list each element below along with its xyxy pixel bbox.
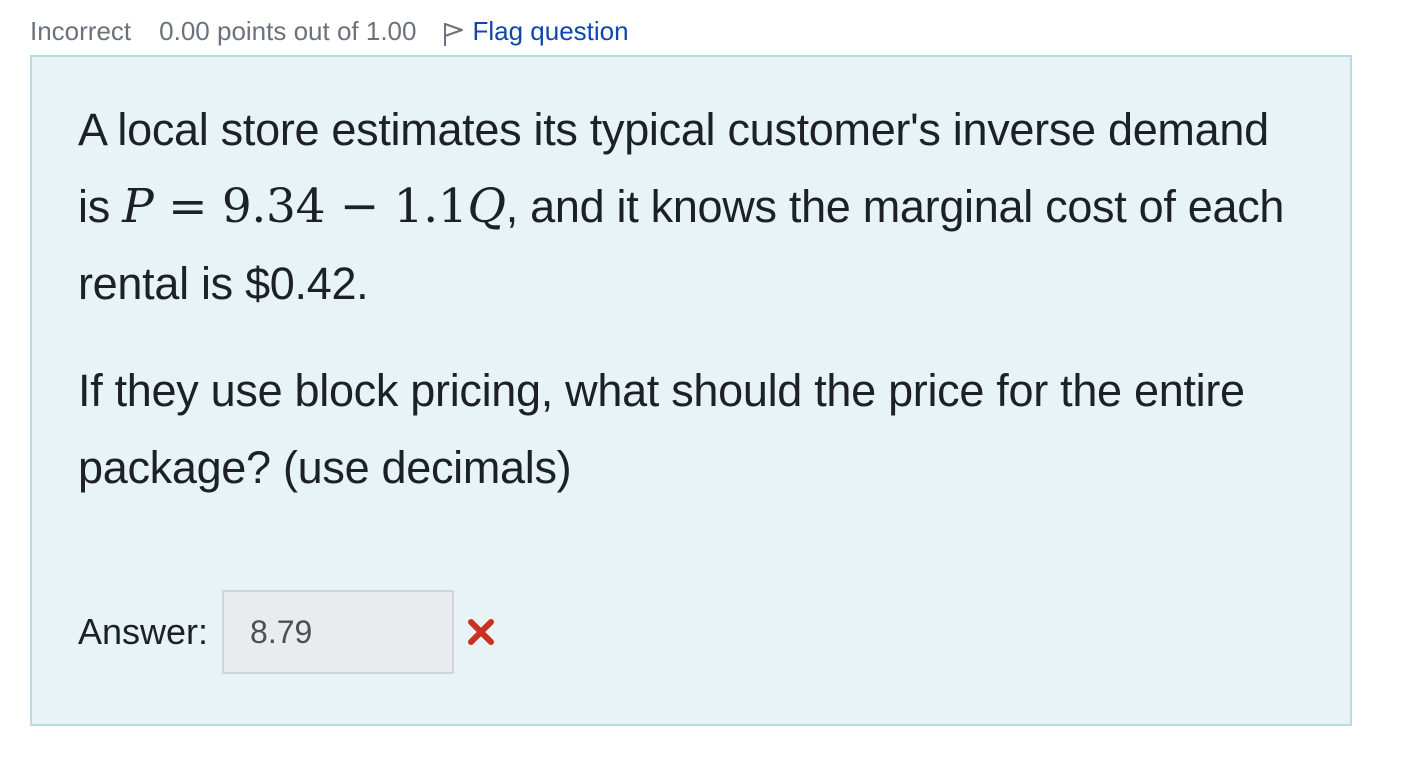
question-state: Incorrect <box>30 15 132 46</box>
flag-icon <box>440 20 466 48</box>
question-paragraph-1: A local store estimates its typical cust… <box>78 91 1298 322</box>
question-paragraph-2: If they use block pricing, what should t… <box>78 365 1245 493</box>
question-content-box: A local store estimates its typical cust… <box>30 55 1352 726</box>
flag-question-link[interactable]: Flag question <box>440 14 629 48</box>
flag-question-label[interactable]: Flag question <box>472 16 628 47</box>
question-info: Incorrect 0.00 points out of 1.00 Flag q… <box>30 12 629 50</box>
answer-input[interactable]: 8.79 <box>222 590 455 674</box>
demand-equation: P = 9.34 − 1.1Q <box>122 179 506 234</box>
incorrect-x-icon <box>466 617 496 647</box>
answer-row: Answer: 8.79 <box>78 590 496 674</box>
question-grade: 0.00 points out of 1.00 <box>159 15 417 46</box>
answer-label: Answer: <box>78 611 209 652</box>
question-text: A local store estimates its typical cust… <box>78 91 1298 506</box>
